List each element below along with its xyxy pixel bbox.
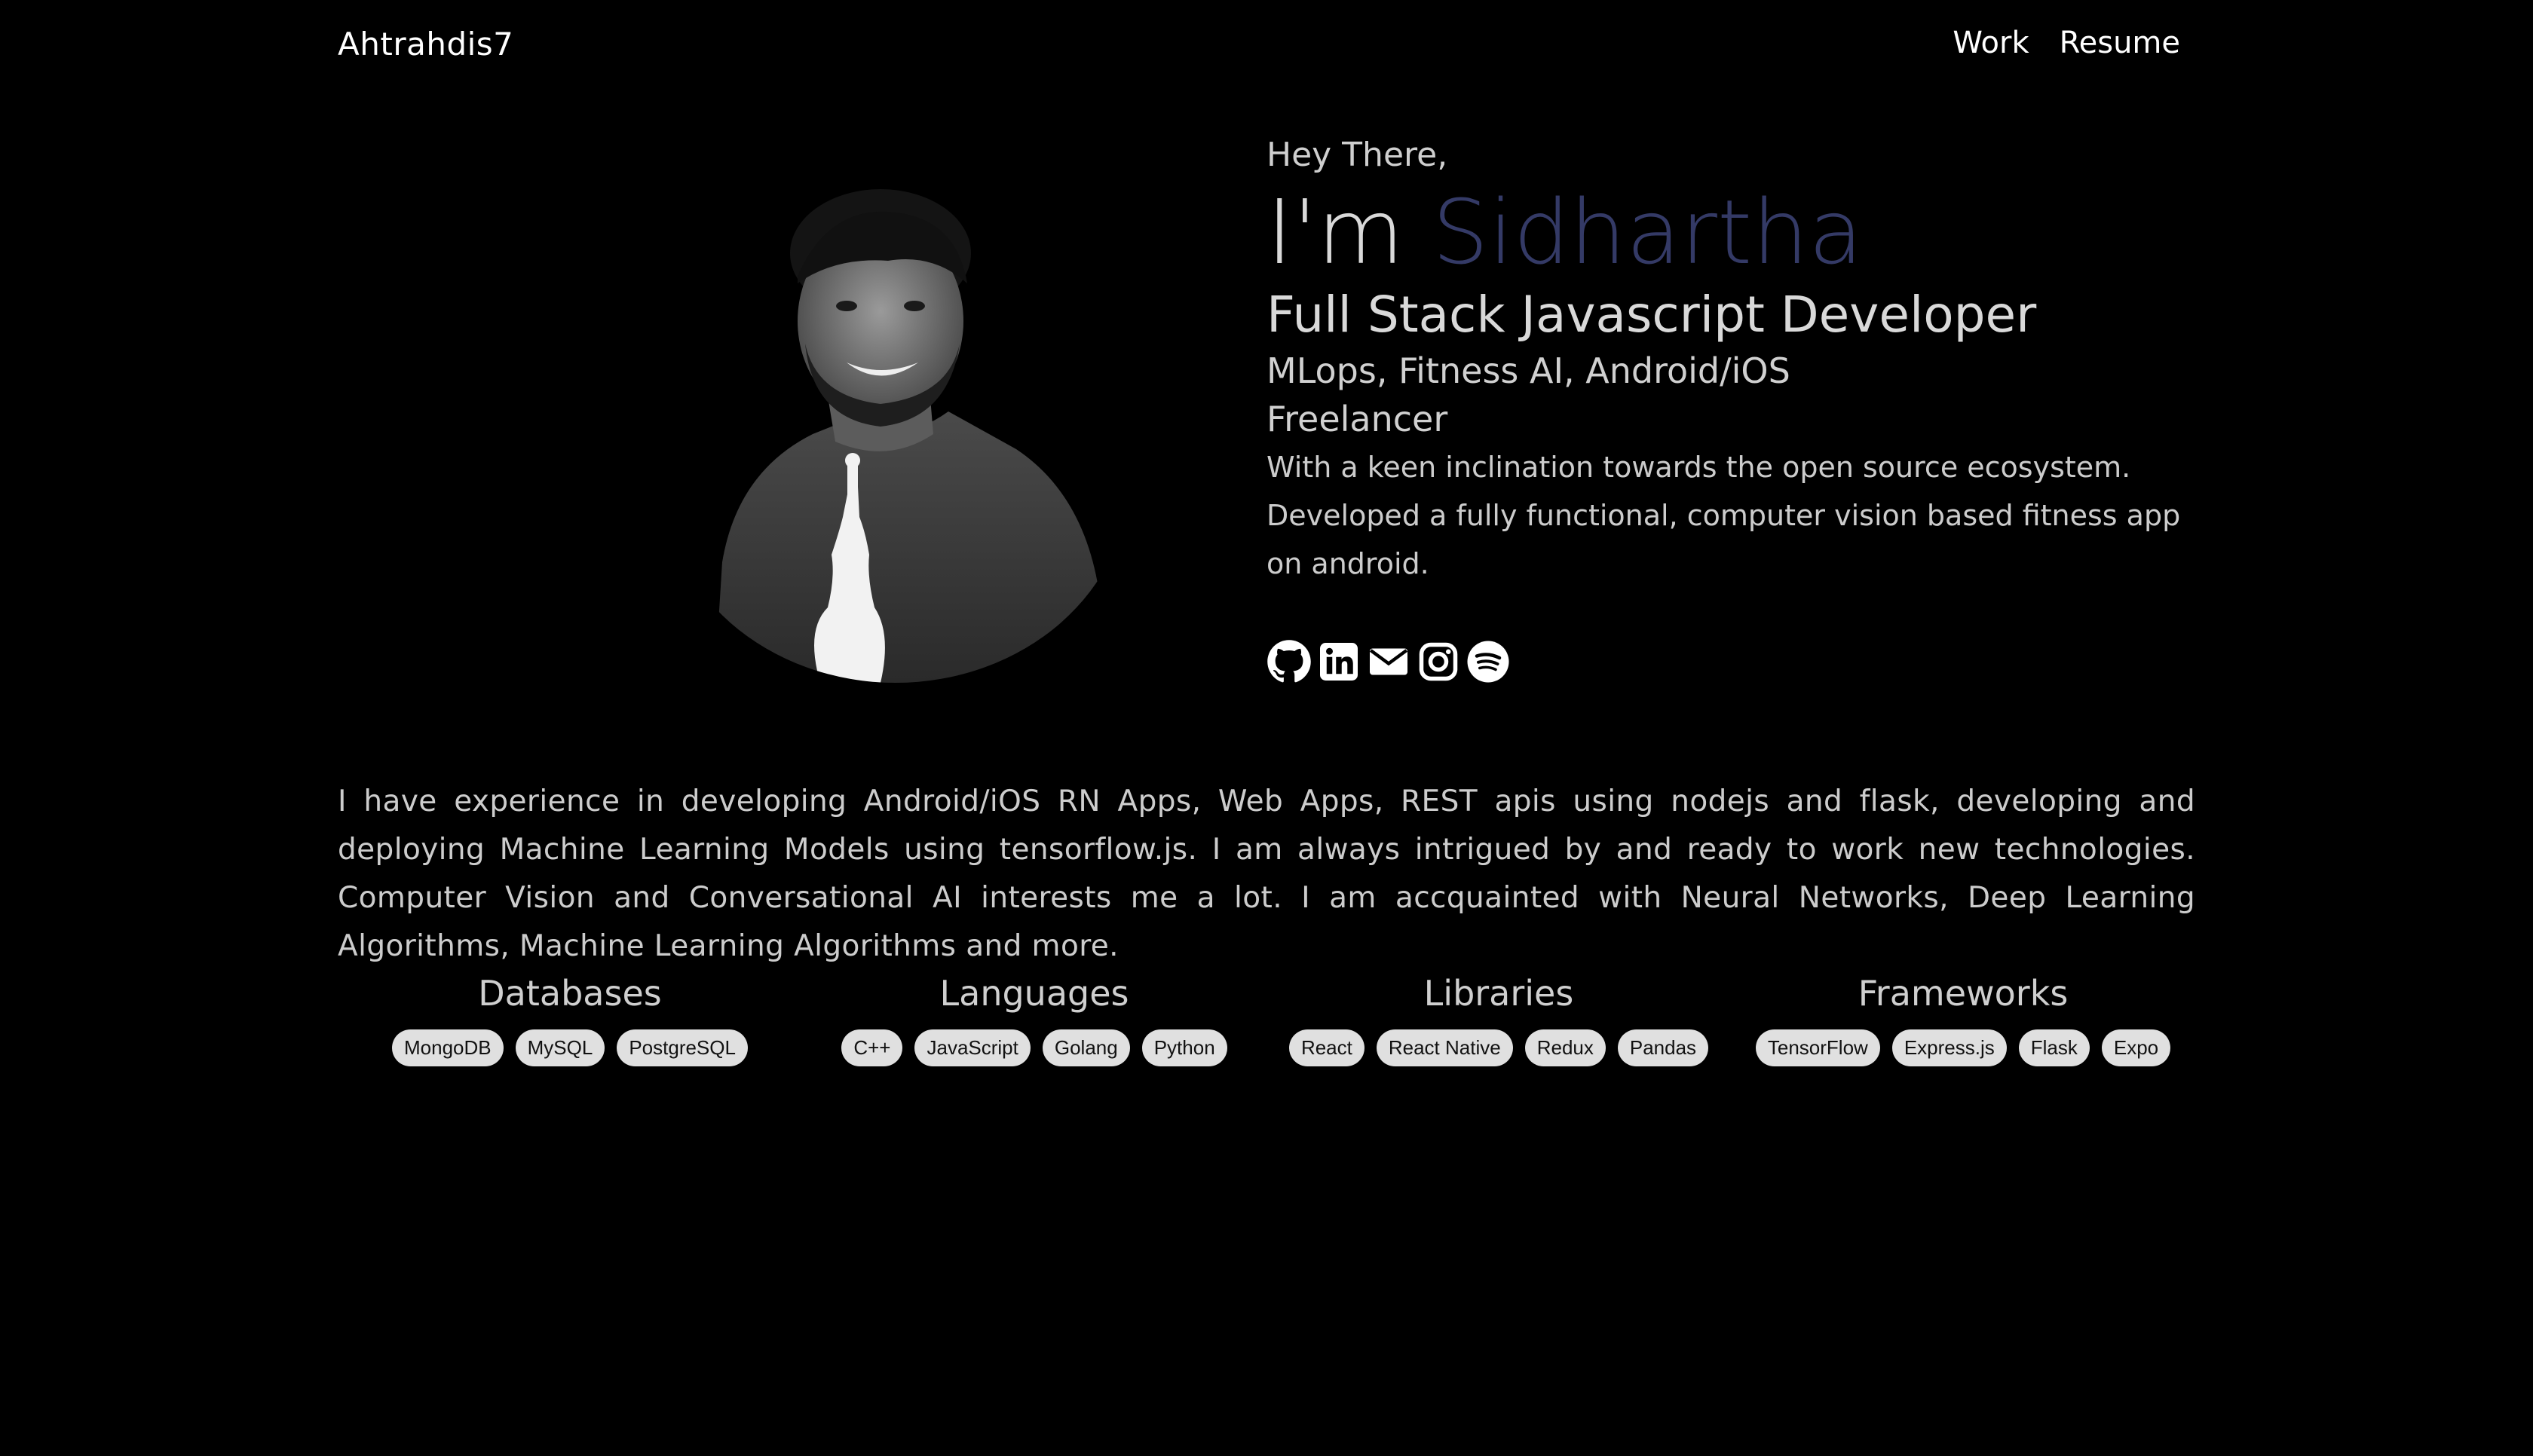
skill-tag[interactable]: React Native: [1376, 1029, 1513, 1066]
about-paragraph: I have experience in developing Android/…: [338, 785, 2195, 963]
skill-group-title: Frameworks: [1858, 973, 2069, 1014]
skill-group-languages: Languages C++ JavaScript Golang Python: [802, 971, 1266, 1066]
skill-tag[interactable]: MongoDB: [392, 1029, 504, 1066]
skill-tag[interactable]: PostgreSQL: [617, 1029, 748, 1066]
skill-group-title: Libraries: [1423, 973, 1574, 1014]
mail-icon[interactable]: [1366, 639, 1411, 684]
skill-tags: TensorFlow Express.js Flask Expo: [1755, 1029, 2171, 1066]
instagram-icon[interactable]: [1416, 639, 1461, 684]
linkedin-icon[interactable]: [1316, 639, 1361, 684]
top-nav: Work Resume: [1953, 26, 2180, 60]
skill-group-frameworks: Frameworks TensorFlow Express.js Flask E…: [1731, 971, 2195, 1066]
skill-tag[interactable]: Golang: [1042, 1029, 1130, 1066]
skill-tag[interactable]: Python: [1141, 1029, 1227, 1066]
skill-tag[interactable]: Pandas: [1617, 1029, 1709, 1066]
greeting-text: Hey There,: [1266, 136, 1448, 174]
skill-group-title: Databases: [478, 973, 662, 1014]
skill-tag[interactable]: MySQL: [515, 1029, 605, 1066]
nav-link-work[interactable]: Work: [1953, 26, 2029, 60]
intro-description: With a keen inclination towards the open…: [1266, 451, 2181, 580]
social-links: [1266, 639, 2201, 684]
github-icon[interactable]: [1266, 639, 1312, 684]
skill-tag[interactable]: TensorFlow: [1755, 1029, 1880, 1066]
skill-group-libraries: Libraries React React Native Redux Panda…: [1266, 971, 1731, 1066]
skill-tag[interactable]: JavaScript: [914, 1029, 1031, 1066]
brand-logo-text[interactable]: Ahtrahdis7: [338, 26, 513, 63]
specialties-text: MLops, Fitness AI, Android/iOS: [1266, 350, 1790, 391]
role-title: Full Stack Javascript Developer: [1266, 286, 2037, 344]
intro-section: Hey There, I'm Sidhartha Full Stack Java…: [1266, 134, 2201, 684]
skill-tags: React React Native Redux Pandas: [1288, 1029, 1709, 1066]
nav-link-resume[interactable]: Resume: [2060, 26, 2180, 60]
skill-tag[interactable]: C++: [841, 1029, 903, 1066]
skill-tag[interactable]: Express.js: [1891, 1029, 2007, 1066]
skill-tag[interactable]: Expo: [2101, 1029, 2171, 1066]
skill-group-title: Languages: [939, 973, 1129, 1014]
skill-tags: C++ JavaScript Golang Python: [841, 1029, 1227, 1066]
skill-tag[interactable]: React: [1288, 1029, 1365, 1066]
skill-group-databases: Databases MongoDB MySQL PostgreSQL: [338, 971, 802, 1066]
spotify-icon[interactable]: [1466, 639, 1511, 684]
skill-tag[interactable]: Flask: [2018, 1029, 2090, 1066]
name-accent: Sidhartha: [1432, 180, 1864, 284]
skill-tags: MongoDB MySQL PostgreSQL: [392, 1029, 748, 1066]
portfolio-page: Ahtrahdis7 Work Resume Hey There, I'm Si…: [0, 0, 2533, 1456]
skills-section: Databases MongoDB MySQL PostgreSQL Langu…: [338, 971, 2195, 1066]
im-text: I'm: [1266, 180, 1404, 284]
name-heading: I'm Sidhartha: [1266, 181, 2201, 283]
profile-photo: [639, 125, 1175, 709]
status-text: Freelancer: [1266, 399, 1448, 439]
skill-tag[interactable]: Redux: [1524, 1029, 1606, 1066]
